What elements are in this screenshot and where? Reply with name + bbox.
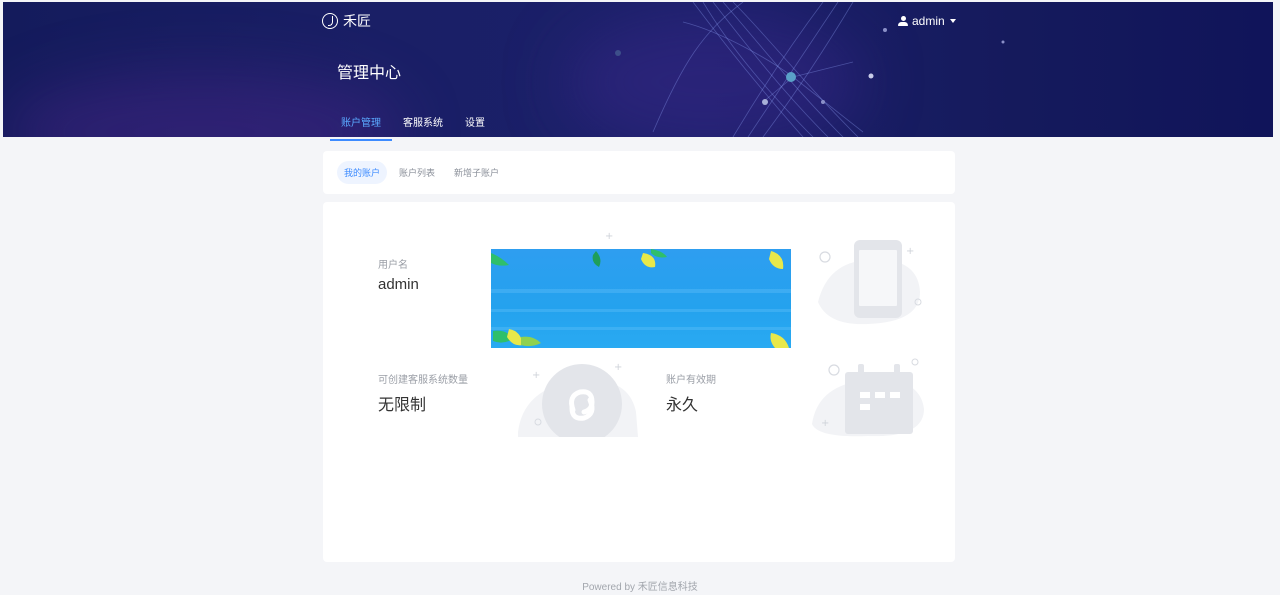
svg-text:+: +	[532, 370, 540, 381]
brand-name: 禾匠	[343, 13, 371, 29]
subtab-my-account[interactable]: 我的账户	[337, 161, 388, 184]
top-header	[3, 2, 1273, 137]
tab-customer-service[interactable]: 客服系统	[392, 108, 454, 139]
quota-field-value: 无限制	[378, 397, 427, 414]
svg-text:+: +	[614, 362, 622, 373]
svg-text:+: +	[906, 246, 914, 257]
leaf-decoration	[491, 249, 791, 348]
validity-info: 账户有效期 永久	[666, 371, 716, 415]
username-field-label: 用户名	[378, 260, 408, 271]
tab-account-management[interactable]: 账户管理	[330, 108, 392, 141]
brand-logo[interactable]: 禾匠	[322, 11, 371, 31]
link-illustration: + +	[518, 362, 638, 437]
banner-image	[491, 249, 791, 348]
plus-sparkle-decoration: +	[605, 231, 613, 242]
tab-settings[interactable]: 设置	[454, 108, 496, 139]
caret-down-icon	[949, 19, 956, 23]
svg-text:+: +	[605, 231, 613, 242]
brand-logo-icon	[322, 13, 338, 29]
user-menu-dropdown[interactable]: admin	[898, 14, 956, 28]
username-field-value: admin	[378, 276, 419, 293]
calendar-illustration: +	[812, 358, 924, 437]
footer-powered-by: Powered by 禾匠信息科技	[582, 582, 698, 593]
phone-illustration: +	[818, 240, 922, 325]
account-info-card: 用户名 admin + + 可创建客服系统数量 无限制 + + 账户有效期 永久…	[323, 202, 955, 562]
svg-text:+: +	[821, 418, 829, 429]
subtab-account-list[interactable]: 账户列表	[392, 161, 442, 184]
validity-field-value: 永久	[666, 397, 699, 414]
subtab-add-sub-account[interactable]: 新增子账户	[447, 161, 506, 184]
page-title: 管理中心	[337, 65, 402, 82]
quota-field-label: 可创建客服系统数量	[378, 375, 468, 386]
header-network-decoration	[615, 2, 1005, 137]
sub-nav: 我的账户 账户列表 新增子账户	[323, 151, 955, 194]
quota-info: 可创建客服系统数量 无限制	[378, 371, 468, 415]
username-info: 用户名 admin	[378, 256, 419, 293]
username-label: admin	[912, 14, 945, 28]
user-icon	[898, 16, 908, 26]
main-nav-tabs: 账户管理 客服系统 设置	[330, 108, 496, 141]
validity-field-label: 账户有效期	[666, 375, 716, 386]
